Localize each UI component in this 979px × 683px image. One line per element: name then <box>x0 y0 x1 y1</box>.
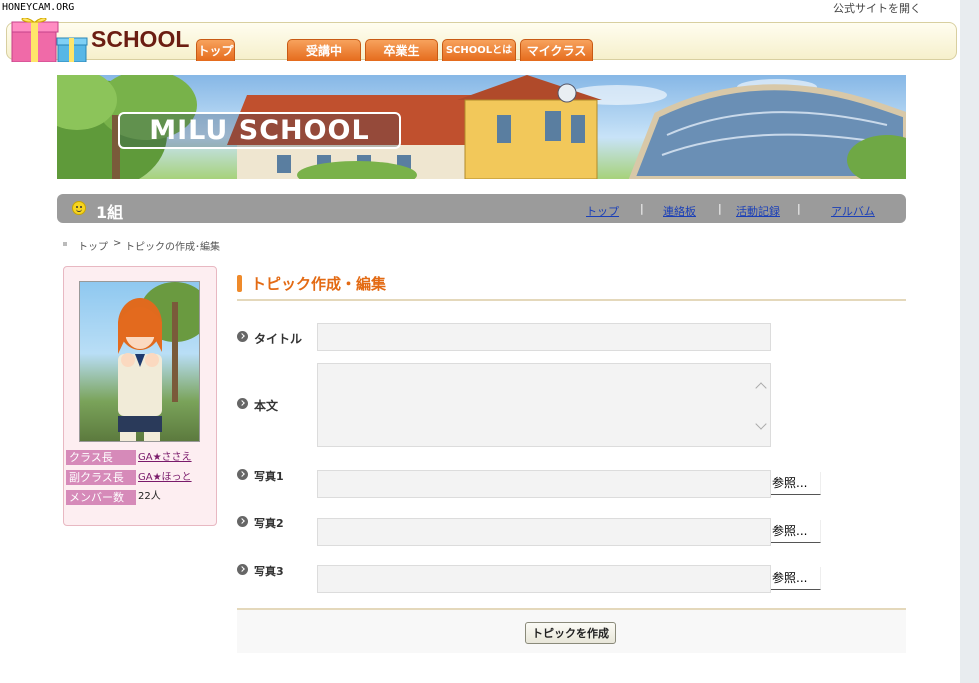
class-nav-top[interactable]: トップ <box>586 203 619 219</box>
heading-divider <box>237 299 906 301</box>
banner-title: MILU SCHOOL <box>118 112 401 149</box>
tab-about-school[interactable]: SCHOOLとは <box>442 39 516 61</box>
nav-separator: | <box>797 202 801 215</box>
page-title: トピック作成・編集 <box>251 275 387 293</box>
school-logo-text: SCHOOL <box>91 26 190 52</box>
photo2-file-input[interactable] <box>317 518 771 546</box>
photo1-file-input[interactable] <box>317 470 771 498</box>
breadcrumb-bullet <box>63 242 67 246</box>
class-leader-avatar <box>79 281 200 442</box>
photo1-label: 写真1 <box>254 470 284 483</box>
member-count-label: メンバー数 <box>66 490 136 505</box>
nav-separator: | <box>640 202 644 215</box>
breadcrumb-home[interactable]: トップ <box>78 238 108 253</box>
photo2-label: 写真2 <box>254 517 284 530</box>
smiley-icon <box>72 201 86 215</box>
arrow-bullet-icon <box>237 564 248 575</box>
watermark: HONEYCAM.ORG <box>2 2 75 13</box>
photo2-browse-button[interactable]: 参照... <box>771 520 821 543</box>
vice-leader-value[interactable]: GA★ほっと <box>138 470 192 485</box>
gift-logo-icon <box>11 18 88 62</box>
tab-graduates[interactable]: 卒業生 <box>365 39 438 61</box>
arrow-bullet-icon <box>237 331 248 342</box>
class-leader-label: クラス長 <box>66 450 136 465</box>
breadcrumb-current: トピックの作成･編集 <box>125 242 220 253</box>
photo3-browse-button[interactable]: 参照... <box>771 567 821 590</box>
arrow-bullet-icon <box>237 398 248 409</box>
title-input[interactable] <box>317 323 771 351</box>
tab-top[interactable]: トップ <box>196 39 235 61</box>
create-topic-button[interactable]: トピックを作成 <box>525 622 616 644</box>
scroll-down-icon[interactable] <box>755 420 767 432</box>
window-scrollbar[interactable] <box>960 0 979 683</box>
class-name: 1組 <box>96 203 124 222</box>
page: HONEYCAM.ORG 公式サイトを開く SCHOOL トップ 受講中 卒業生… <box>0 0 979 683</box>
scroll-up-icon[interactable] <box>755 380 767 392</box>
member-count-value: 22人 <box>138 491 161 502</box>
title-label: タイトル <box>254 332 303 346</box>
official-site-link[interactable]: 公式サイトを開く <box>833 0 921 16</box>
nav-separator: | <box>718 202 722 215</box>
photo3-file-input[interactable] <box>317 565 771 593</box>
tab-my-class[interactable]: マイクラス <box>520 39 593 61</box>
body-textarea[interactable] <box>317 363 771 447</box>
arrow-bullet-icon <box>237 516 248 527</box>
breadcrumb-separator: > <box>113 238 122 249</box>
class-nav-album[interactable]: アルバム <box>831 203 875 219</box>
class-leader-value[interactable]: GA★ささえ <box>138 450 192 465</box>
photo1-browse-button[interactable]: 参照... <box>771 472 821 495</box>
arrow-bullet-icon <box>237 469 248 480</box>
tab-enrolled[interactable]: 受講中 <box>287 39 361 61</box>
heading-accent-bar <box>237 275 242 292</box>
vice-leader-label: 副クラス長 <box>66 470 136 485</box>
photo3-label: 写真3 <box>254 565 284 578</box>
avatar-character-image <box>118 282 199 441</box>
body-label: 本文 <box>254 399 279 413</box>
class-nav-activity[interactable]: 活動記録 <box>736 203 780 219</box>
class-nav-board[interactable]: 連絡板 <box>663 203 696 219</box>
